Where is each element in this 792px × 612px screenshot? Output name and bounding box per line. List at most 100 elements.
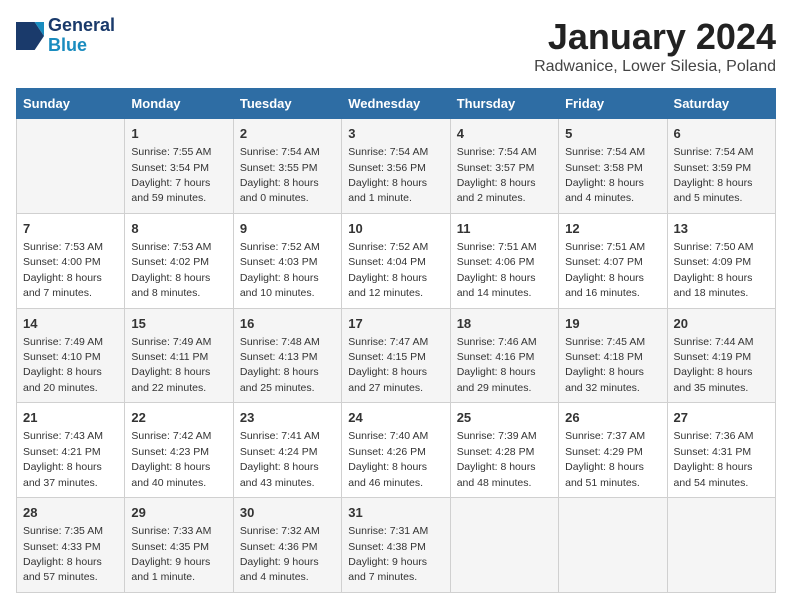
calendar-cell: 2Sunrise: 7:54 AM Sunset: 3:55 PM Daylig… (233, 119, 341, 214)
column-header-tuesday: Tuesday (233, 89, 341, 119)
calendar-cell: 25Sunrise: 7:39 AM Sunset: 4:28 PM Dayli… (450, 403, 558, 498)
week-row-4: 21 Sunrise: 7:43 AM Sunset: 4:21 PM Dayli… (17, 403, 776, 498)
calendar-cell: 30 Sunrise: 7:32 AM Sunset: 4:36 PM Dayli… (233, 498, 341, 593)
header: General Blue January 2024 Radwanice, Low… (16, 16, 776, 76)
day-info: Sunrise: 7:51 AM Sunset: 4:06 PM Dayligh… (457, 241, 537, 299)
calendar-cell (450, 498, 558, 593)
calendar-cell: 19 Sunrise: 7:45 AM Sunset: 4:18 PM Dayli… (559, 308, 667, 403)
week-row-3: 14 Sunrise: 7:49 AM Sunset: 4:10 PM Dayli… (17, 308, 776, 403)
logo-line2: Blue (48, 36, 115, 56)
day-number: 23 (240, 409, 335, 427)
week-row-5: 28Sunrise: 7:35 AM Sunset: 4:33 PM Dayli… (17, 498, 776, 593)
calendar-cell: 23 Sunrise: 7:41 AM Sunset: 4:24 PM Dayli… (233, 403, 341, 498)
day-number: 6 (674, 125, 769, 143)
day-number: 31 (348, 504, 443, 522)
day-info: Sunrise: 7:46 AM Sunset: 4:16 PM Dayligh… (457, 336, 537, 394)
calendar-cell: 28Sunrise: 7:35 AM Sunset: 4:33 PM Dayli… (17, 498, 125, 593)
calendar-cell: 13Sunrise: 7:50 AM Sunset: 4:09 PM Dayli… (667, 213, 775, 308)
day-info: Sunrise: 7:40 AM Sunset: 4:26 PM Dayligh… (348, 430, 428, 488)
calendar-cell: 1 Sunrise: 7:55 AM Sunset: 3:54 PM Daylig… (125, 119, 233, 214)
column-header-sunday: Sunday (17, 89, 125, 119)
day-number: 17 (348, 315, 443, 333)
day-number: 19 (565, 315, 660, 333)
day-number: 14 (23, 315, 118, 333)
calendar-cell: 5 Sunrise: 7:54 AM Sunset: 3:58 PM Daylig… (559, 119, 667, 214)
calendar-cell: 22Sunrise: 7:42 AM Sunset: 4:23 PM Dayli… (125, 403, 233, 498)
day-info: Sunrise: 7:54 AM Sunset: 3:58 PM Dayligh… (565, 146, 645, 204)
calendar-cell: 24 Sunrise: 7:40 AM Sunset: 4:26 PM Dayli… (342, 403, 450, 498)
day-info: Sunrise: 7:43 AM Sunset: 4:21 PM Dayligh… (23, 430, 103, 488)
day-info: Sunrise: 7:55 AM Sunset: 3:54 PM Dayligh… (131, 146, 211, 204)
day-number: 3 (348, 125, 443, 143)
column-header-monday: Monday (125, 89, 233, 119)
calendar-cell: 20Sunrise: 7:44 AM Sunset: 4:19 PM Dayli… (667, 308, 775, 403)
day-info: Sunrise: 7:45 AM Sunset: 4:18 PM Dayligh… (565, 336, 645, 394)
calendar-cell: 11 Sunrise: 7:51 AM Sunset: 4:06 PM Dayli… (450, 213, 558, 308)
calendar-cell: 9Sunrise: 7:52 AM Sunset: 4:03 PM Daylig… (233, 213, 341, 308)
day-info: Sunrise: 7:41 AM Sunset: 4:24 PM Dayligh… (240, 430, 320, 488)
logo-text: General Blue (48, 16, 115, 56)
day-number: 12 (565, 220, 660, 238)
day-number: 26 (565, 409, 660, 427)
logo: General Blue (16, 16, 115, 56)
column-header-friday: Friday (559, 89, 667, 119)
day-number: 21 (23, 409, 118, 427)
day-number: 9 (240, 220, 335, 238)
day-info: Sunrise: 7:48 AM Sunset: 4:13 PM Dayligh… (240, 336, 320, 394)
logo-line1: General (48, 16, 115, 36)
day-number: 13 (674, 220, 769, 238)
subtitle: Radwanice, Lower Silesia, Poland (534, 58, 776, 76)
day-number: 22 (131, 409, 226, 427)
day-info: Sunrise: 7:39 AM Sunset: 4:28 PM Dayligh… (457, 430, 537, 488)
day-number: 15 (131, 315, 226, 333)
day-info: Sunrise: 7:33 AM Sunset: 4:35 PM Dayligh… (131, 525, 211, 583)
day-number: 1 (131, 125, 226, 143)
calendar-cell (667, 498, 775, 593)
calendar-cell: 14 Sunrise: 7:49 AM Sunset: 4:10 PM Dayli… (17, 308, 125, 403)
day-number: 7 (23, 220, 118, 238)
day-info: Sunrise: 7:53 AM Sunset: 4:02 PM Dayligh… (131, 241, 211, 299)
week-row-2: 7Sunrise: 7:53 AM Sunset: 4:00 PM Daylig… (17, 213, 776, 308)
calendar-cell: 21 Sunrise: 7:43 AM Sunset: 4:21 PM Dayli… (17, 403, 125, 498)
day-number: 11 (457, 220, 552, 238)
day-number: 10 (348, 220, 443, 238)
day-info: Sunrise: 7:49 AM Sunset: 4:10 PM Dayligh… (23, 336, 103, 394)
calendar-cell: 29 Sunrise: 7:33 AM Sunset: 4:35 PM Dayli… (125, 498, 233, 593)
day-number: 8 (131, 220, 226, 238)
calendar-cell (17, 119, 125, 214)
column-header-saturday: Saturday (667, 89, 775, 119)
day-info: Sunrise: 7:51 AM Sunset: 4:07 PM Dayligh… (565, 241, 645, 299)
day-number: 2 (240, 125, 335, 143)
day-info: Sunrise: 7:44 AM Sunset: 4:19 PM Dayligh… (674, 336, 754, 394)
day-number: 4 (457, 125, 552, 143)
calendar-cell: 15 Sunrise: 7:49 AM Sunset: 4:11 PM Dayli… (125, 308, 233, 403)
column-header-wednesday: Wednesday (342, 89, 450, 119)
calendar-cell: 27Sunrise: 7:36 AM Sunset: 4:31 PM Dayli… (667, 403, 775, 498)
header-row: SundayMondayTuesdayWednesdayThursdayFrid… (17, 89, 776, 119)
week-row-1: 1 Sunrise: 7:55 AM Sunset: 3:54 PM Daylig… (17, 119, 776, 214)
title-section: January 2024 Radwanice, Lower Silesia, P… (534, 16, 776, 76)
calendar-cell: 18 Sunrise: 7:46 AM Sunset: 4:16 PM Dayli… (450, 308, 558, 403)
day-number: 16 (240, 315, 335, 333)
day-info: Sunrise: 7:32 AM Sunset: 4:36 PM Dayligh… (240, 525, 320, 583)
day-number: 24 (348, 409, 443, 427)
day-number: 5 (565, 125, 660, 143)
day-info: Sunrise: 7:37 AM Sunset: 4:29 PM Dayligh… (565, 430, 645, 488)
calendar-cell: 7Sunrise: 7:53 AM Sunset: 4:00 PM Daylig… (17, 213, 125, 308)
day-number: 18 (457, 315, 552, 333)
day-number: 30 (240, 504, 335, 522)
day-info: Sunrise: 7:52 AM Sunset: 4:04 PM Dayligh… (348, 241, 428, 299)
calendar-cell: 6 Sunrise: 7:54 AM Sunset: 3:59 PM Daylig… (667, 119, 775, 214)
calendar-table: SundayMondayTuesdayWednesdayThursdayFrid… (16, 88, 776, 593)
calendar-cell: 3Sunrise: 7:54 AM Sunset: 3:56 PM Daylig… (342, 119, 450, 214)
main-title: January 2024 (534, 16, 776, 58)
day-info: Sunrise: 7:54 AM Sunset: 3:59 PM Dayligh… (674, 146, 754, 204)
day-number: 28 (23, 504, 118, 522)
day-info: Sunrise: 7:49 AM Sunset: 4:11 PM Dayligh… (131, 336, 211, 394)
day-number: 29 (131, 504, 226, 522)
day-info: Sunrise: 7:54 AM Sunset: 3:57 PM Dayligh… (457, 146, 537, 204)
day-info: Sunrise: 7:36 AM Sunset: 4:31 PM Dayligh… (674, 430, 754, 488)
calendar-cell: 17Sunrise: 7:47 AM Sunset: 4:15 PM Dayli… (342, 308, 450, 403)
calendar-cell: 16 Sunrise: 7:48 AM Sunset: 4:13 PM Dayli… (233, 308, 341, 403)
calendar-cell: 10 Sunrise: 7:52 AM Sunset: 4:04 PM Dayli… (342, 213, 450, 308)
